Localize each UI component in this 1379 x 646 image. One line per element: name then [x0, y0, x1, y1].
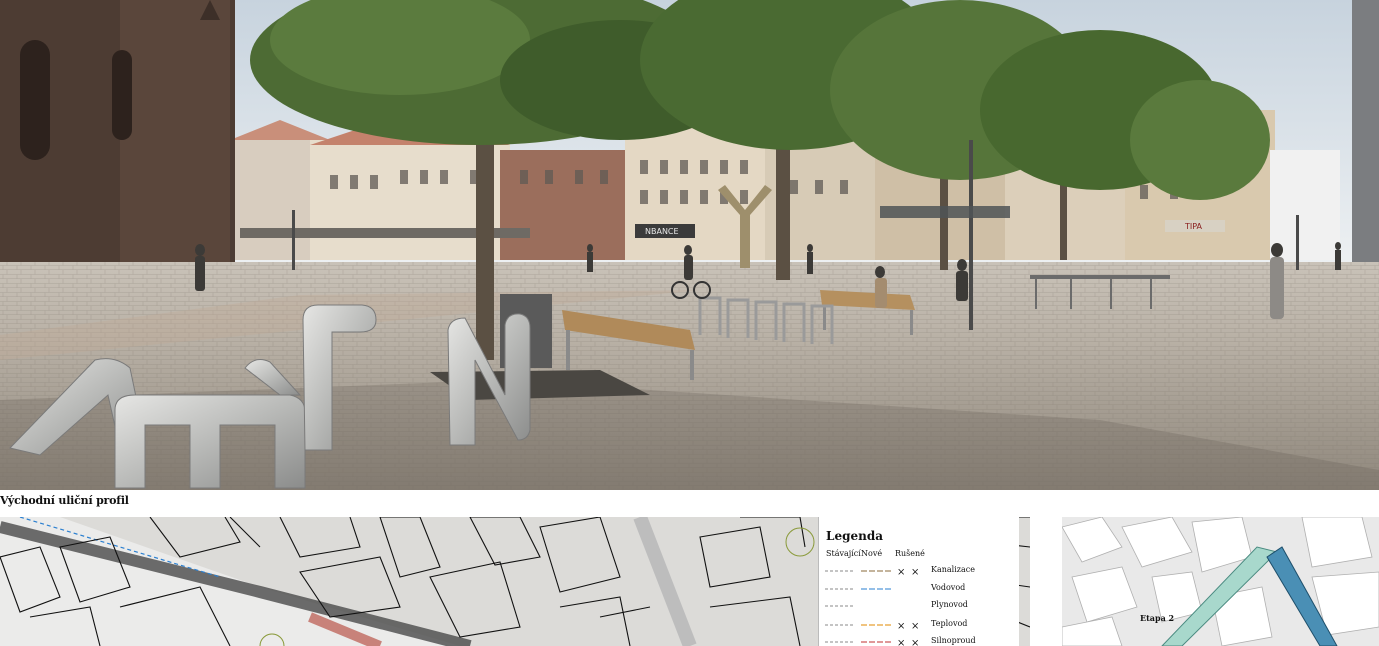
svg-text:×: ×: [911, 567, 919, 576]
svg-text:×: ×: [897, 567, 905, 576]
legend-item-silnoproud: × × Silnoproud: [819, 636, 1019, 646]
legend-line-power: × ×: [825, 638, 919, 646]
legend-title: Legenda: [826, 529, 883, 543]
stage-map-drawing: [1062, 517, 1379, 646]
cathedral: [0, 0, 235, 280]
legend-line-water: [825, 588, 891, 590]
legend-line-heating: × ×: [825, 621, 919, 630]
stage-label: Etapa 2: [1140, 613, 1175, 623]
section-title: Východní uliční profil: [0, 494, 129, 507]
svg-text:×: ×: [897, 638, 905, 646]
legend-col-existing: Stávající: [826, 549, 861, 558]
lamp-post: [969, 140, 973, 330]
svg-text:×: ×: [911, 621, 919, 630]
square-render-image: NBANCE TIPA: [0, 0, 1379, 490]
legend-item-plynovod: Plynovod: [819, 600, 1019, 614]
stage-map: Etapa 2: [1062, 517, 1379, 646]
square-visualization: NBANCE TIPA: [0, 0, 1379, 490]
svg-text:×: ×: [897, 621, 905, 630]
legend-col-removed: Rušené: [895, 549, 925, 558]
legend-item-vodovod: Vodovod: [819, 583, 1019, 597]
legend-col-new: Nové: [861, 549, 883, 558]
legend-item-kanalizace: × × Kanalizace: [819, 565, 1019, 579]
svg-text:×: ×: [911, 638, 919, 646]
street-profile-plan: Legenda Stávající Nové Rušené × × Kanaliz…: [0, 517, 1030, 646]
legend-line-gas: [825, 605, 855, 607]
legend-item-teplovod: × × Teplovod: [819, 619, 1019, 633]
shop-sign-right: TIPA: [1184, 222, 1203, 231]
legend: Legenda Stávající Nové Rušené × × Kanaliz…: [818, 517, 1019, 646]
shelter-roof: [880, 206, 1010, 218]
legend-line-sewer: × ×: [825, 567, 919, 576]
shop-sign-left: NBANCE: [645, 227, 679, 236]
